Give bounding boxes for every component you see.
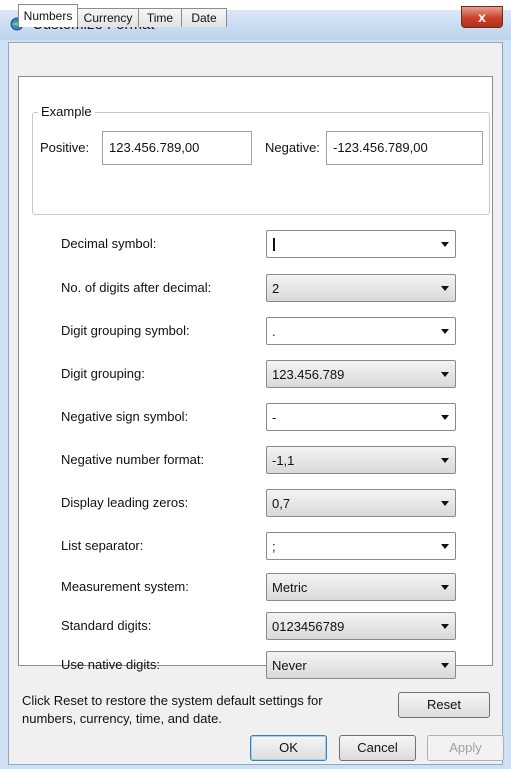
chevron-down-icon[interactable] [441,585,449,590]
tab-numbers[interactable]: Numbers [18,4,78,27]
chevron-down-icon[interactable] [441,501,449,506]
use-native-digits-label: Use native digits: [61,657,160,672]
chevron-down-icon[interactable] [441,329,449,334]
negative-number-format-value: -1,1 [272,453,295,468]
digit-grouping-value: 123.456.789 [272,367,345,382]
customize-format-dialog: Customize Format x Numbers Currency Time… [0,0,511,769]
positive-label: Positive: [40,140,90,155]
use-native-digits-value: Never [272,658,307,673]
close-button[interactable]: x [461,6,503,28]
list-separator-label: List separator: [61,538,144,553]
ok-button[interactable]: OK [250,735,327,761]
chevron-down-icon[interactable] [441,544,449,549]
negative-sign-symbol-label: Negative sign symbol: [61,409,189,424]
list-separator-value: ; [272,539,276,554]
tab-currency[interactable]: Currency [77,8,139,27]
use-native-digits-select[interactable]: Never [266,651,456,679]
digit-grouping-symbol-label: Digit grouping symbol: [61,323,190,338]
positive-example-field: 123.456.789,00 [102,131,252,165]
display-leading-zeros-value: 0,7 [272,496,291,511]
negative-number-format-select[interactable]: -1,1 [266,446,456,474]
chevron-down-icon[interactable] [441,286,449,291]
display-leading-zeros-select[interactable]: 0,7 [266,489,456,517]
chevron-down-icon[interactable] [441,458,449,463]
standard-digits-value: 0123456789 [272,619,345,634]
tab-date[interactable]: Date [181,8,227,27]
negative-example-field: -123.456.789,00 [326,131,483,165]
measurement-system-label: Measurement system: [61,579,189,594]
negative-sign-symbol-value: - [272,410,277,425]
measurement-system-select[interactable]: Metric [266,573,456,601]
apply-button[interactable]: Apply [427,735,504,761]
reset-note: Click Reset to restore the system defaul… [22,693,323,726]
list-separator-combo[interactable]: ; [266,532,456,560]
text-caret [273,238,275,251]
reset-button[interactable]: Reset [398,692,490,718]
negative-sign-symbol-combo[interactable]: - [266,403,456,431]
digits-after-decimal-select[interactable]: 2 [266,274,456,302]
display-leading-zeros-label: Display leading zeros: [61,495,189,510]
standard-digits-label: Standard digits: [61,618,152,633]
standard-digits-select[interactable]: 0123456789 [266,612,456,640]
negative-label: Negative: [265,140,320,155]
negative-number-format-label: Negative number format: [61,452,205,467]
digit-grouping-select[interactable]: 123.456.789 [266,360,456,388]
digits-after-decimal-value: 2 [272,281,280,296]
digits-after-decimal-label: No. of digits after decimal: [61,280,212,295]
chevron-down-icon[interactable] [441,663,449,668]
digit-grouping-symbol-combo[interactable]: . [266,317,456,345]
cancel-button[interactable]: Cancel [339,735,416,761]
example-group-label: Example [38,104,95,119]
chevron-down-icon[interactable] [441,415,449,420]
chevron-down-icon[interactable] [441,372,449,377]
digit-grouping-label: Digit grouping: [61,366,145,381]
decimal-symbol-label: Decimal symbol: [61,236,157,251]
chevron-down-icon[interactable] [441,242,449,247]
measurement-system-value: Metric [272,580,308,595]
decimal-symbol-combo[interactable] [266,230,456,258]
tab-time[interactable]: Time [138,8,182,27]
chevron-down-icon[interactable] [441,624,449,629]
digit-grouping-symbol-value: . [272,324,276,339]
